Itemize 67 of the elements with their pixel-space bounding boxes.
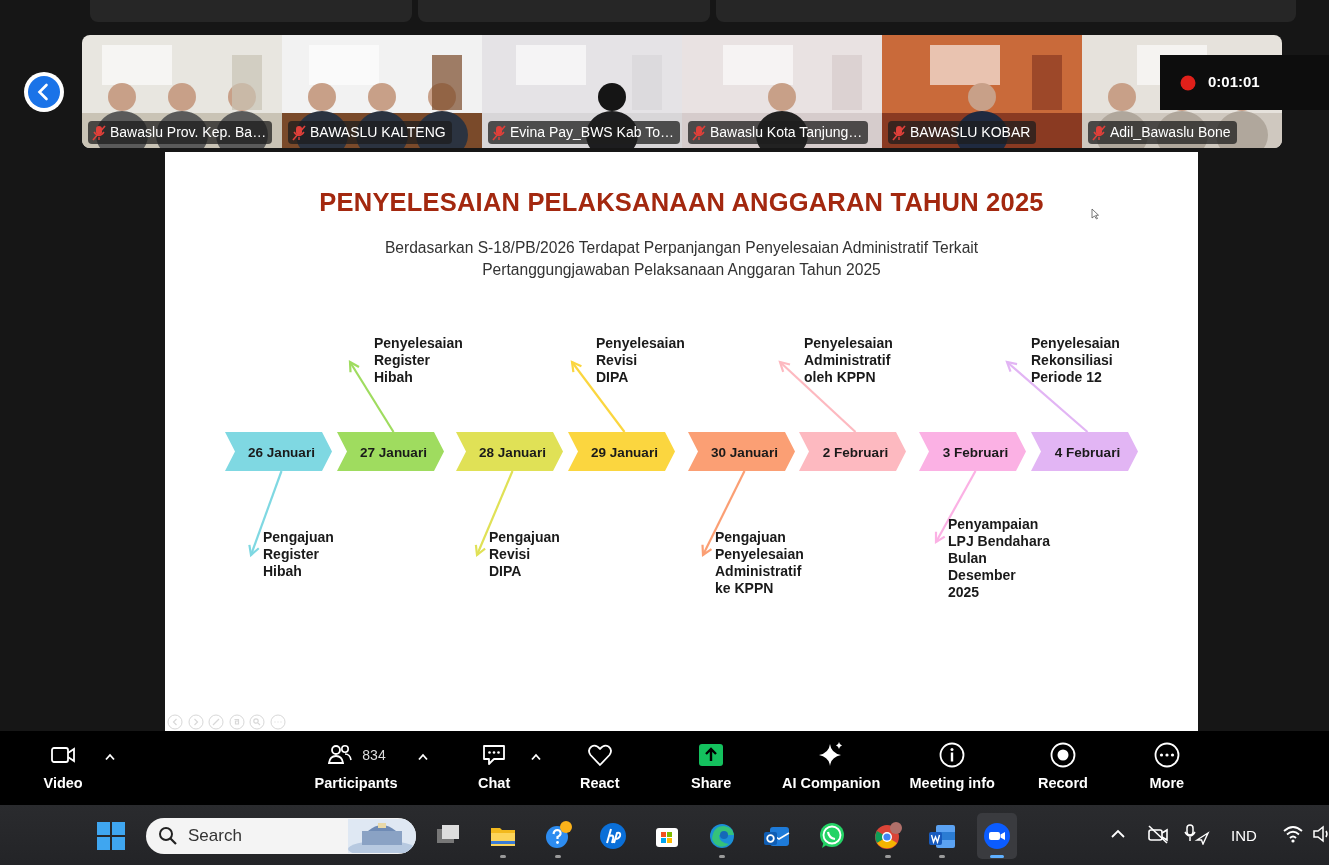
- cursor-icon: [1091, 208, 1099, 220]
- timeline-note: Penyelesaian Register Hibah: [374, 335, 463, 385]
- start-icon[interactable]: [96, 821, 126, 851]
- date-chevron: 30 Januari: [688, 432, 795, 471]
- running-indicator: [555, 855, 561, 858]
- more-icon: [1152, 741, 1181, 769]
- date-chevron: 4 Februari: [1031, 432, 1138, 471]
- participant-name: Adil_Bawaslu Bone: [1088, 121, 1237, 144]
- speaker-icon[interactable]: [1312, 823, 1329, 845]
- date-chevron: 26 Januari: [225, 432, 332, 471]
- timeline-note: Pengajuan Penyelesaian Administratif ke KPPN: [715, 529, 804, 596]
- search-input[interactable]: Search: [186, 822, 316, 850]
- language-indicator[interactable]: IND: [1231, 825, 1257, 848]
- participant-name: BAWASLU KOBAR: [888, 121, 1037, 144]
- toolbar-button[interactable]: Chat: [478, 741, 511, 795]
- help-icon: [543, 821, 573, 851]
- browser-icon: [707, 821, 737, 851]
- toolbar-button[interactable]: Record: [1038, 741, 1088, 795]
- toolbar-button[interactable]: Share: [691, 741, 732, 795]
- search-icon: [158, 826, 178, 846]
- slide-subtitle: Berdasarkan S-18/PB/2026 Terdapat Perpanjangan Penyelesaian Administratif Terkait Pertanggungjawaban Pelaksanaan Anggaran Tahun 2025: [384, 238, 979, 280]
- participant-name: BAWASLU KALTENG: [288, 121, 452, 144]
- toolbar-button[interactable]: More: [1149, 741, 1185, 795]
- timeline-note: Penyelesaian Rekonsiliasi Periode 12: [1031, 335, 1120, 385]
- recording-time: 0:01:01: [1208, 72, 1260, 93]
- participant-name: Bawaslu Kota Tanjung…: [688, 121, 869, 144]
- caret-icon[interactable]: [530, 753, 542, 761]
- camera-off-icon[interactable]: [1146, 823, 1170, 845]
- toolbar-button[interactable]: React: [580, 741, 620, 795]
- date-chevron: 27 Januari: [337, 432, 444, 471]
- search-field[interactable]: Search: [146, 818, 416, 854]
- timeline-note: Penyampaian LPJ Bendahara Bulan Desember 2025: [948, 516, 1050, 600]
- date-chevron: 3 Februari: [919, 432, 1026, 471]
- video-app-icon: [982, 821, 1012, 851]
- record-dot-icon: [1180, 74, 1196, 91]
- running-indicator: [885, 855, 891, 858]
- browser-icon: [873, 821, 903, 851]
- chevron-left-icon: [27, 75, 61, 109]
- previous-button[interactable]: [24, 72, 64, 112]
- participant-name: Bawaslu Prov. Kep. Ba…: [88, 121, 273, 144]
- caret-icon[interactable]: [417, 753, 429, 761]
- toolbar-button[interactable]: Video: [43, 741, 83, 795]
- timeline-note: Penyelesaian Administratif oleh KPPN: [804, 335, 893, 385]
- running-indicator: [500, 855, 506, 858]
- running-indicator: [939, 855, 945, 858]
- date-chevron: 2 Februari: [799, 432, 906, 471]
- chat-bubble-icon: [817, 821, 847, 851]
- toolbar-button[interactable]: 834 Participants: [314, 741, 398, 795]
- date-chevron: 28 Januari: [456, 432, 563, 471]
- timeline-note: Pengajuan Revisi DIPA: [489, 529, 560, 579]
- toolbar-button[interactable]: Meeting info: [909, 741, 995, 795]
- participant-name: Evina Pay_BWS Kab To…: [488, 121, 680, 144]
- timeline-note: Pengajuan Register Hibah: [263, 529, 334, 579]
- wifi-icon[interactable]: [1282, 823, 1304, 845]
- info-icon: [938, 741, 967, 769]
- share-icon: [697, 741, 726, 769]
- slide-title: PENYELESAIAN PELAKSANAAN ANGGARAN TAHUN 2025: [319, 187, 1044, 218]
- taskbar-app[interactable]: [977, 813, 1017, 859]
- running-indicator: [990, 855, 1004, 858]
- record-icon: [1049, 741, 1077, 769]
- date-chevron: 29 Januari: [568, 432, 675, 471]
- running-indicator: [719, 855, 725, 858]
- hp-logo-icon: [598, 821, 628, 851]
- toolbar-button[interactable]: AI Companion: [782, 741, 881, 795]
- caret-icon[interactable]: [104, 753, 116, 761]
- microphone-icon[interactable]: [1182, 823, 1210, 845]
- timeline-note: Penyelesaian Revisi DIPA: [596, 335, 685, 385]
